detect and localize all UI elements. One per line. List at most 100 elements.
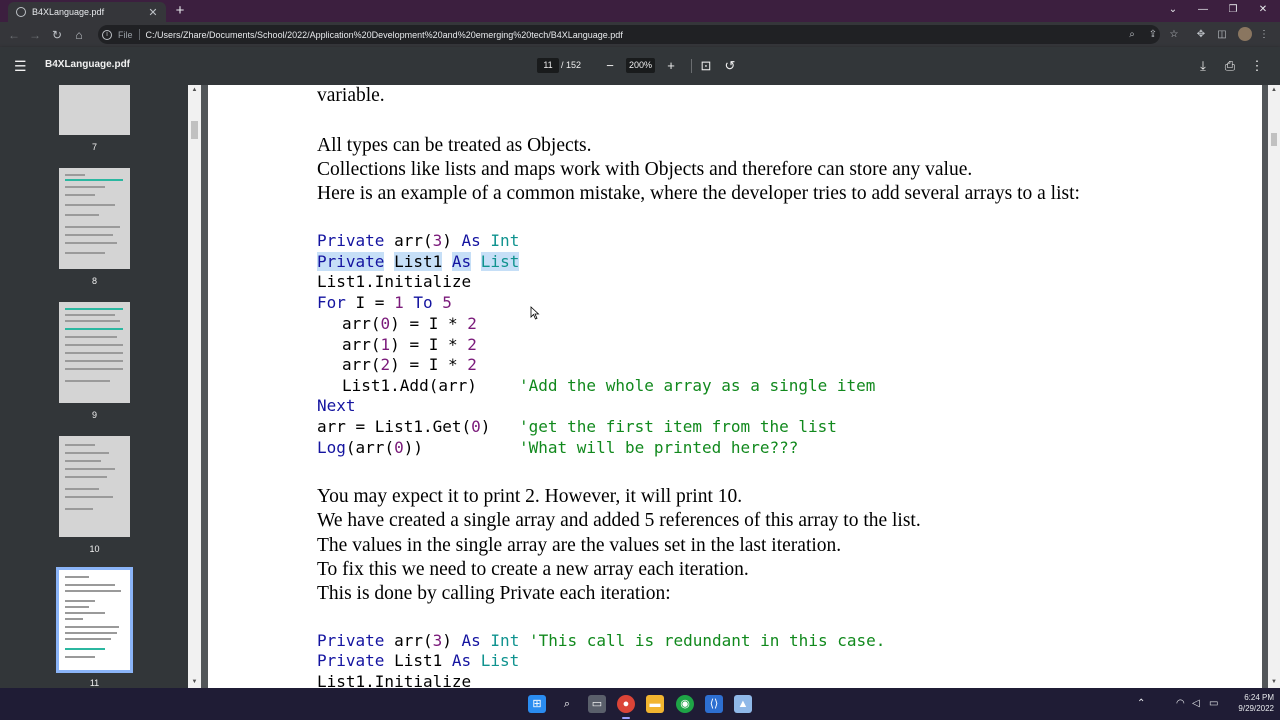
more-actions-icon[interactable]: ⋮ xyxy=(1248,57,1266,75)
vscode-icon[interactable]: ⟨⟩ xyxy=(705,695,723,713)
thumbnail-label: 11 xyxy=(89,678,100,688)
scroll-down-icon[interactable]: ▼ xyxy=(191,679,198,685)
minimize-icon[interactable]: — xyxy=(1192,2,1214,18)
document-scroll-thumb[interactable] xyxy=(1271,133,1277,146)
thumbnail-page-10[interactable] xyxy=(59,436,130,537)
code-line: List1.Initialize xyxy=(317,272,472,291)
zoom-in-button[interactable]: + xyxy=(662,57,680,75)
forward-icon[interactable]: → xyxy=(26,26,44,44)
thumbnail-label: 7 xyxy=(91,142,97,152)
paragraph: All types can be treated as Objects. xyxy=(317,135,592,156)
thumbnail-page-9[interactable] xyxy=(59,302,130,403)
scroll-up-icon[interactable]: ▲ xyxy=(191,87,198,93)
paragraph: variable. xyxy=(317,85,385,106)
windows-taskbar: ⊞ ⌕ ▭ ● ▬ ◉ ⟨⟩ ▲ ⌃ ◠ ◁ ▭ 6:24 PM 9/29/20… xyxy=(0,688,1280,720)
close-window-icon[interactable]: ✕ xyxy=(1252,2,1274,18)
windows-start-icon[interactable]: ⊞ xyxy=(528,695,546,713)
fit-to-page-icon[interactable]: ⊡ xyxy=(697,57,715,75)
close-tab-icon[interactable]: ✕ xyxy=(146,6,160,19)
url-text[interactable]: C:/Users/Zhare/Documents/School/2022/App… xyxy=(146,30,623,40)
zoom-level-input[interactable]: 200% xyxy=(626,58,655,73)
new-tab-button[interactable]: + xyxy=(172,3,188,19)
paragraph: The values in the single array are the v… xyxy=(317,535,842,556)
code-comment: 'Add the whole array as a single item xyxy=(519,376,876,395)
wifi-icon[interactable]: ◠ xyxy=(1176,698,1185,710)
url-separator xyxy=(138,29,140,40)
battery-icon[interactable]: ▭ xyxy=(1209,698,1218,710)
paragraph: To fix this we need to create a new arra… xyxy=(317,559,749,580)
reload-icon[interactable]: ↻ xyxy=(48,26,66,44)
active-app-indicator xyxy=(622,717,630,719)
file-manager-icon[interactable]: ▭ xyxy=(588,695,606,713)
code-line: Private List1 As List xyxy=(317,651,520,670)
menu-dots-icon[interactable]: ⋮ xyxy=(1256,27,1272,43)
tab-search-icon[interactable]: ⌄ xyxy=(1162,2,1184,18)
sidebar-scrollbar[interactable]: ▲ ▼ xyxy=(188,85,201,688)
thumbnail-label: 8 xyxy=(91,276,97,286)
code-line: Private arr(3) As Int xyxy=(317,231,520,250)
paragraph: Here is an example of a common mistake, … xyxy=(317,183,1080,204)
clock-date: 9/29/2022 xyxy=(1238,704,1274,713)
toolbar-divider xyxy=(691,59,692,73)
sidepanel-icon[interactable]: ◫ xyxy=(1214,27,1230,43)
paragraph: This is done by calling Private each ite… xyxy=(317,583,671,604)
pdf-viewer: variable. All types can be treated as Ob… xyxy=(201,85,1268,688)
rotate-icon[interactable]: ↺ xyxy=(721,57,739,75)
thumbnail-label: 9 xyxy=(91,410,97,420)
code-comment: 'get the first item from the list xyxy=(519,417,837,436)
folder-icon[interactable]: ▬ xyxy=(646,695,664,713)
search-icon[interactable]: ⌕ xyxy=(558,695,576,713)
mouse-cursor-icon xyxy=(530,306,540,320)
page-count: / 152 xyxy=(561,60,582,70)
thumbnail-page-8[interactable] xyxy=(59,168,130,269)
address-bar: ← → ↻ ⌂ i File C:/Users/Zhare/Documents/… xyxy=(0,22,1280,47)
thumbnail-sidebar: 7 8 9 10 11 xyxy=(0,85,188,688)
paragraph: Collections like lists and maps work wit… xyxy=(317,159,973,180)
document-scrollbar[interactable]: ▲ ▼ xyxy=(1268,85,1280,688)
scroll-down-icon[interactable]: ▼ xyxy=(1270,679,1278,685)
profile-avatar[interactable] xyxy=(1238,27,1252,41)
code-line: arr(1) = I * 2 xyxy=(342,335,477,354)
extensions-icon[interactable]: ✥ xyxy=(1193,27,1209,43)
omnibox[interactable]: i File C:/Users/Zhare/Documents/School/2… xyxy=(98,25,1160,44)
star-icon[interactable]: ☆ xyxy=(1166,27,1182,43)
tab-title: B4XLanguage.pdf xyxy=(32,7,105,17)
back-icon[interactable]: ← xyxy=(5,26,23,44)
code-line: List1.Initialize xyxy=(317,672,472,688)
photos-icon[interactable]: ▲ xyxy=(734,695,752,713)
thumbnail-page-11[interactable] xyxy=(56,567,133,673)
code-line: arr = List1.Get(0) xyxy=(317,417,491,436)
hamburger-menu-icon[interactable]: ☰ xyxy=(14,58,30,74)
app-green-icon[interactable]: ◉ xyxy=(676,695,694,713)
chrome-icon[interactable]: ● xyxy=(617,695,635,713)
thumbnail-label: 10 xyxy=(89,544,100,554)
scroll-up-icon[interactable]: ▲ xyxy=(1270,87,1278,93)
home-icon[interactable]: ⌂ xyxy=(70,26,88,44)
code-line: Private arr(3) As Int 'This call is redu… xyxy=(317,631,886,650)
pdf-toolbar: ☰ B4XLanguage.pdf 11 / 152 − 200% + ⊡ ↺ … xyxy=(0,47,1280,85)
paragraph: We have created a single array and added… xyxy=(317,510,921,531)
code-line-highlighted: Private List1 As List xyxy=(317,252,520,271)
sidebar-scroll-thumb[interactable] xyxy=(191,121,198,139)
share-icon[interactable]: ⇪ xyxy=(1145,27,1161,43)
zoom-out-button[interactable]: − xyxy=(601,57,619,75)
browser-title-bar: B4XLanguage.pdf ✕ + ⌄ — ❐ ✕ xyxy=(0,0,1280,22)
tray-expand-icon[interactable]: ⌃ xyxy=(1137,698,1145,710)
download-icon[interactable]: ⤓ xyxy=(1194,57,1212,75)
zoom-icon[interactable]: ⌕ xyxy=(1124,27,1140,43)
globe-icon xyxy=(16,7,26,17)
code-line: For I = 1 To 5 xyxy=(317,293,452,312)
page-number-input[interactable]: 11 xyxy=(537,58,559,73)
url-scheme: File xyxy=(118,29,133,40)
code-line: Log(arr(0)) xyxy=(317,438,423,457)
browser-tab[interactable]: B4XLanguage.pdf ✕ xyxy=(8,2,166,22)
print-icon[interactable]: ⎙ xyxy=(1221,57,1239,75)
pdf-page: variable. All types can be treated as Ob… xyxy=(208,85,1262,688)
info-icon[interactable]: i xyxy=(102,29,112,40)
clock[interactable]: 6:24 PM 9/29/2022 xyxy=(1224,692,1274,714)
paragraph: You may expect it to print 2. However, i… xyxy=(317,486,743,507)
thumbnail-page-7[interactable] xyxy=(59,85,130,135)
volume-icon[interactable]: ◁ xyxy=(1192,698,1200,710)
restore-icon[interactable]: ❐ xyxy=(1222,2,1244,18)
code-line: arr(0) = I * 2 xyxy=(342,314,477,333)
